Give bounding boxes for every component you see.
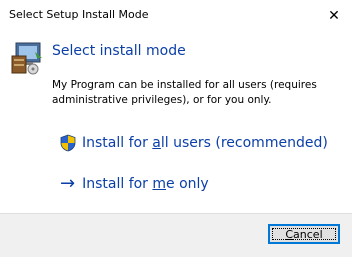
install-me-only-link[interactable]: → Install for me only: [60, 175, 209, 193]
install-all-users-link[interactable]: Install for all users (recommended): [60, 134, 328, 152]
uac-shield-icon: [60, 134, 76, 152]
install-all-users-label: Install for all users (recommended): [82, 135, 328, 151]
title-bar: Select Setup Install Mode ✕: [0, 0, 352, 31]
install-me-only-label: Install for me only: [82, 176, 209, 192]
focus-rectangle: [272, 228, 336, 240]
window-title: Select Setup Install Mode: [9, 8, 149, 21]
dialog-footer: Cancel: [0, 213, 352, 257]
page-heading: Select install mode: [52, 43, 186, 59]
close-button[interactable]: ✕: [316, 0, 352, 31]
setup-dialog: Select Setup Install Mode ✕ Select insta…: [0, 0, 352, 257]
setup-computer-icon: [9, 40, 45, 76]
arrow-right-icon: →: [60, 173, 76, 194]
cancel-button[interactable]: Cancel: [268, 224, 340, 244]
close-icon: ✕: [328, 7, 340, 24]
install-description: My Program can be installed for all user…: [52, 79, 317, 106]
